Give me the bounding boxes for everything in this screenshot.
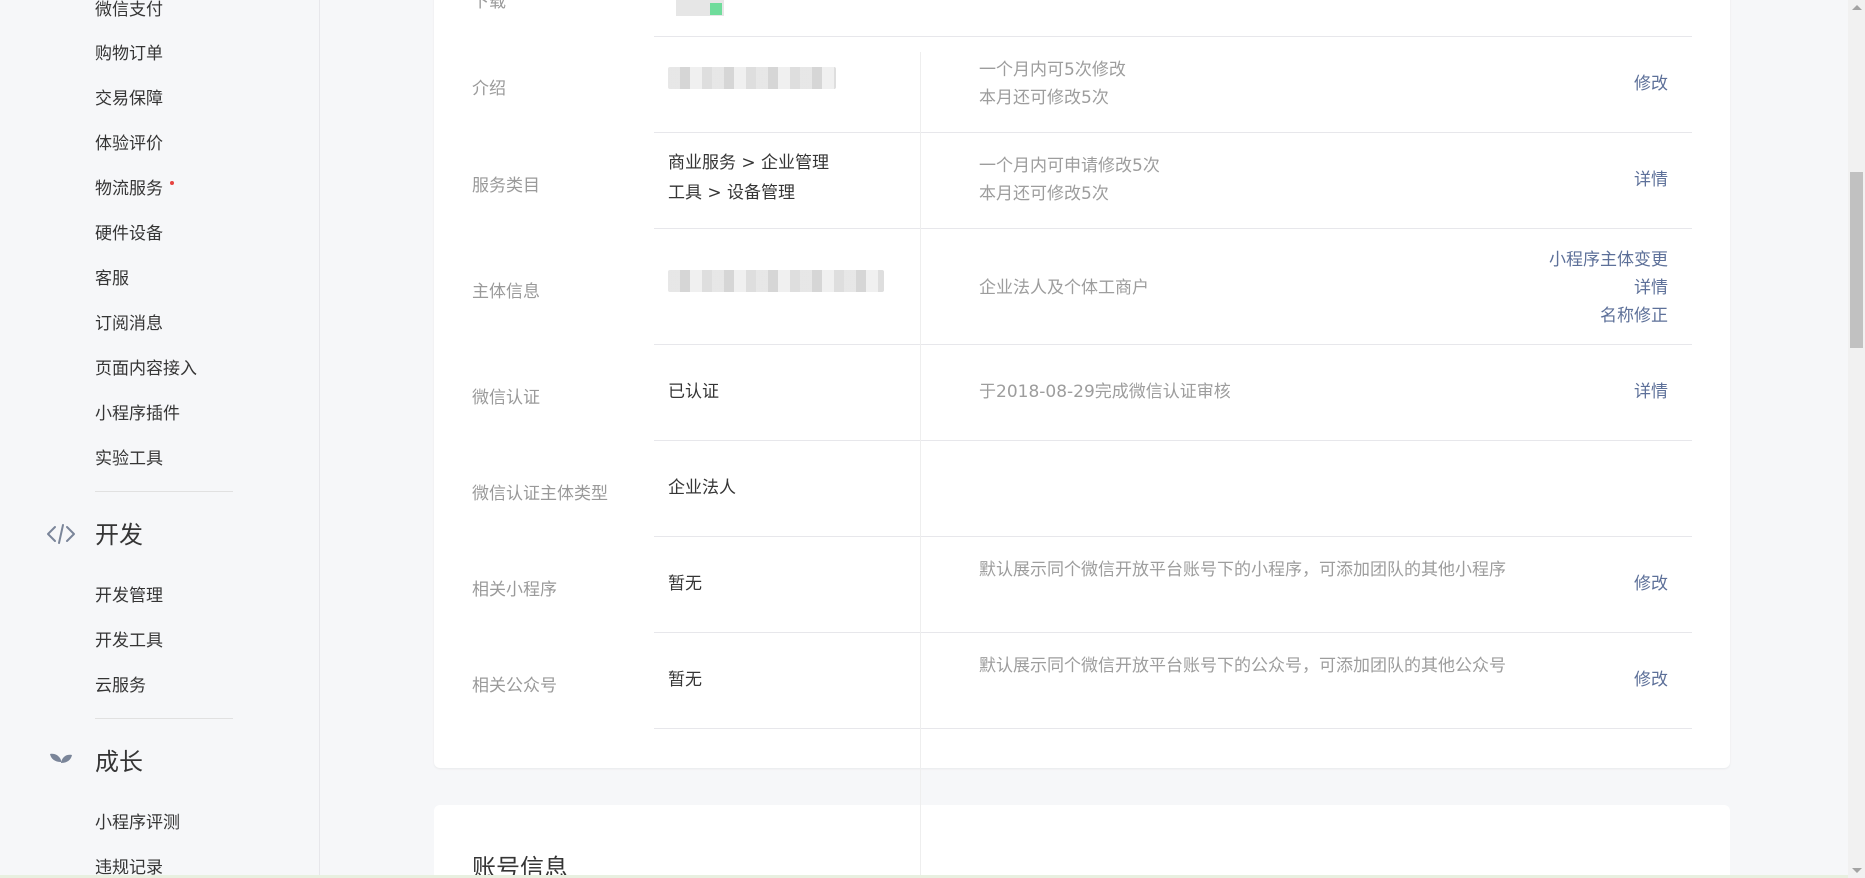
qr-code-thumbnail — [676, 0, 724, 16]
desc-line: 本月还可修改5次 — [979, 184, 1109, 204]
row-desc: 默认展示同个微信开放平台账号下的公众号，可添加团队的其他公众号 — [979, 652, 1519, 680]
info-row-download: 下载 — [434, 0, 1730, 37]
verify-details-link[interactable]: 详情 — [1634, 378, 1668, 406]
sidebar-group-dev[interactable]: 开发 — [95, 521, 143, 549]
related-official-accounts-value: 暂无 — [668, 670, 702, 690]
info-row-intro: 介绍 一个月内可5次修改 本月还可修改5次 修改 — [434, 37, 1730, 133]
desc-line: 默认展示同个微信开放平台账号下的公众号，可添加团队的其他公众号 — [979, 656, 1506, 676]
sidebar-item-experiment-tools[interactable]: 实验工具 — [95, 449, 163, 469]
desc-line: 一个月内可5次修改 — [979, 60, 1126, 80]
verify-status: 已认证 — [668, 382, 719, 402]
page-scrollbar[interactable] — [1848, 0, 1865, 878]
sidebar-item-plugins[interactable]: 小程序插件 — [95, 404, 180, 424]
desc-line: 默认展示同个微信开放平台账号下的小程序，可添加团队的其他小程序 — [979, 560, 1506, 580]
sidebar-item-experience-rating[interactable]: 体验评价 — [95, 134, 163, 154]
row-separator — [654, 728, 1692, 729]
row-actions: 修改 — [1634, 666, 1668, 694]
name-correction-link[interactable]: 名称修正 — [1549, 302, 1668, 330]
notification-dot — [170, 181, 174, 185]
sidebar-item-hardware[interactable]: 硬件设备 — [95, 224, 163, 244]
row-actions: 修改 — [1634, 570, 1668, 598]
desc-line: 于2018-08-29完成微信认证审核 — [979, 382, 1231, 402]
scroll-down-arrow-icon[interactable] — [1852, 868, 1862, 873]
sidebar-item-evaluation[interactable]: 小程序评测 — [95, 813, 180, 833]
entity-value-redacted — [668, 270, 884, 302]
account-info-title: 账号信息 — [472, 854, 568, 878]
sidebar-item-cloud-service[interactable]: 云服务 — [95, 676, 146, 696]
row-label: 服务类目 — [472, 176, 540, 196]
row-desc: 一个月内可5次修改 本月还可修改5次 — [979, 56, 1519, 112]
row-desc: 企业法人及个体工商户 — [979, 274, 1519, 302]
category-value: 商业服务 > 企业管理 工具 > 设备管理 — [668, 148, 829, 208]
info-row-entity: 主体信息 企业法人及个体工商户 小程序主体变更 详情 名称修正 — [434, 229, 1730, 345]
info-row-service-category: 服务类目 商业服务 > 企业管理 工具 > 设备管理 一个月内可申请修改5次 本… — [434, 133, 1730, 229]
sidebar-item-dev-tools[interactable]: 开发工具 — [95, 631, 163, 651]
intro-value-redacted — [668, 67, 836, 99]
sidebar-item-page-content[interactable]: 页面内容接入 — [95, 359, 197, 379]
basic-info-card: 下载 介绍 一个月内可5次修改 本月还可修改5次 修改 服务类目 商业服务 > … — [434, 0, 1730, 768]
info-row-verify-type: 微信认证主体类型 企业法人 — [434, 441, 1730, 537]
sprout-icon — [46, 750, 78, 778]
desc-line: 一个月内可申请修改5次 — [979, 156, 1160, 176]
scrollbar-thumb[interactable] — [1850, 172, 1863, 348]
modify-related-miniprograms-link[interactable]: 修改 — [1634, 570, 1668, 598]
row-desc: 于2018-08-29完成微信认证审核 — [979, 378, 1519, 406]
row-label: 主体信息 — [472, 282, 540, 302]
sidebar-item-dev-management[interactable]: 开发管理 — [95, 586, 163, 606]
row-label: 介绍 — [472, 79, 506, 99]
category-line: 工具 > 设备管理 — [668, 183, 796, 203]
info-row-related-official-accounts: 相关公众号 暂无 默认展示同个微信开放平台账号下的公众号，可添加团队的其他公众号… — [434, 633, 1730, 729]
info-row-wechat-verify: 微信认证 已认证 于2018-08-29完成微信认证审核 详情 — [434, 345, 1730, 441]
modify-related-official-accounts-link[interactable]: 修改 — [1634, 666, 1668, 694]
sidebar: 微信支付 购物订单 交易保障 体验评价 物流服务 硬件设备 客服 订阅消息 页面… — [0, 0, 320, 878]
category-line: 商业服务 > 企业管理 — [668, 153, 830, 173]
sidebar-divider — [95, 491, 233, 492]
scroll-up-arrow-icon[interactable] — [1852, 5, 1862, 10]
sidebar-item-wechat-pay[interactable]: 微信支付 — [95, 0, 163, 20]
row-label: 相关公众号 — [472, 676, 557, 696]
row-desc: 默认展示同个微信开放平台账号下的小程序，可添加团队的其他小程序 — [979, 556, 1519, 584]
entity-change-link[interactable]: 小程序主体变更 — [1549, 246, 1668, 274]
related-miniprograms-value: 暂无 — [668, 574, 702, 594]
account-info-card: 账号信息 — [434, 805, 1730, 878]
code-icon — [46, 522, 78, 550]
row-label: 下载 — [472, 0, 506, 12]
info-row-related-miniprograms: 相关小程序 暂无 默认展示同个微信开放平台账号下的小程序，可添加团队的其他小程序… — [434, 537, 1730, 633]
entity-details-link[interactable]: 详情 — [1549, 274, 1668, 302]
sidebar-item-customer-service[interactable]: 客服 — [95, 269, 129, 289]
modify-intro-link[interactable]: 修改 — [1634, 70, 1668, 98]
desc-line: 本月还可修改5次 — [979, 88, 1109, 108]
sidebar-item-logistics[interactable]: 物流服务 — [95, 179, 163, 199]
row-desc: 一个月内可申请修改5次 本月还可修改5次 — [979, 152, 1519, 208]
row-actions: 修改 — [1634, 70, 1668, 98]
sidebar-item-shopping-orders[interactable]: 购物订单 — [95, 44, 163, 64]
row-actions: 小程序主体变更 详情 名称修正 — [1549, 246, 1668, 330]
verify-type-value: 企业法人 — [668, 478, 736, 498]
row-label: 微信认证 — [472, 388, 540, 408]
desc-line: 企业法人及个体工商户 — [979, 278, 1149, 298]
category-details-link[interactable]: 详情 — [1634, 166, 1668, 194]
sidebar-item-subscription-messages[interactable]: 订阅消息 — [95, 314, 163, 334]
sidebar-divider — [95, 718, 233, 719]
row-label: 微信认证主体类型 — [472, 484, 608, 504]
row-label: 相关小程序 — [472, 580, 557, 600]
sidebar-item-trade-protection[interactable]: 交易保障 — [95, 89, 163, 109]
row-actions: 详情 — [1634, 378, 1668, 406]
row-actions: 详情 — [1634, 166, 1668, 194]
sidebar-group-growth[interactable]: 成长 — [95, 748, 143, 776]
